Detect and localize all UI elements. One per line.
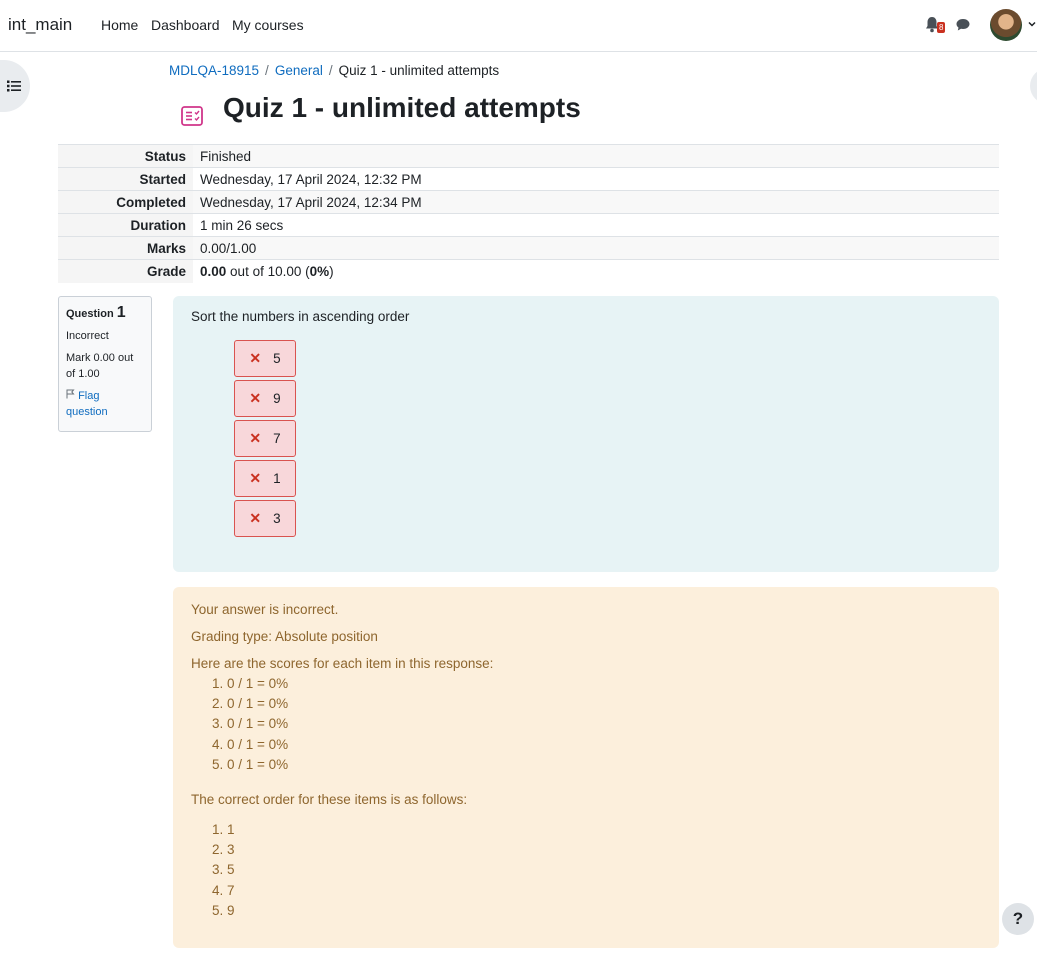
list-icon — [7, 80, 21, 92]
ordering-item-value: 3 — [273, 511, 281, 526]
grade-percent: 0% — [309, 263, 330, 279]
attempt-summary-table: Status Finished Started Wednesday, 17 Apri… — [58, 144, 999, 283]
feedback-panel: Your answer is incorrect. Grading type: … — [173, 587, 999, 948]
summary-value: Finished — [193, 144, 999, 168]
breadcrumb: MDLQA-18915 / General / Quiz 1 - unlimit… — [169, 63, 499, 78]
ordering-item[interactable]: ✕ 3 — [234, 500, 296, 537]
page-title: Quiz 1 - unlimited attempts — [223, 92, 581, 123]
feedback-grading-type: Grading type: Absolute position — [191, 629, 378, 644]
summary-value: Wednesday, 17 April 2024, 12:32 PM — [193, 167, 999, 191]
incorrect-x-icon: ✕ — [249, 470, 262, 486]
user-avatar[interactable] — [990, 9, 1022, 41]
incorrect-x-icon: ✕ — [249, 430, 262, 446]
list-item: 0 / 1 = 0% — [227, 674, 981, 694]
breadcrumb-course-link[interactable]: MDLQA-18915 — [169, 63, 259, 78]
feedback-scores-intro: Here are the scores for each item in thi… — [191, 656, 494, 671]
breadcrumb-separator: / — [265, 63, 269, 78]
nav-dashboard-link[interactable]: Dashboard — [151, 17, 220, 33]
summary-value: Wednesday, 17 April 2024, 12:34 PM — [193, 190, 999, 214]
messages-icon[interactable] — [955, 17, 971, 33]
ordering-item[interactable]: ✕ 9 — [234, 380, 296, 417]
grade-label: Grade — [58, 259, 193, 283]
grade-value: 0.00 out of 10.00 (0%) — [193, 259, 999, 283]
question-text: Sort the numbers in ascending order — [191, 309, 410, 324]
incorrect-x-icon: ✕ — [249, 350, 262, 366]
quiz-icon — [181, 106, 203, 126]
table-row: Grade 0.00 out of 10.00 (0%) — [58, 259, 999, 283]
grade-out-of: out of 10.00 ( — [230, 263, 310, 279]
list-item: 3 — [227, 840, 981, 860]
summary-label: Duration — [58, 213, 193, 237]
list-item: 1 — [227, 820, 981, 840]
ordering-item-value: 5 — [273, 351, 281, 366]
ordering-item-value: 7 — [273, 431, 281, 446]
site-name[interactable]: int_main — [8, 15, 72, 35]
help-button[interactable]: ? — [1002, 903, 1034, 935]
summary-value: 0.00/1.00 — [193, 236, 999, 260]
flag-question-link[interactable]: Flag question — [66, 388, 144, 420]
course-index-toggle-button[interactable] — [0, 60, 30, 112]
feedback-correct-intro: The correct order for these items is as … — [191, 792, 468, 808]
ordering-item[interactable]: ✕ 5 — [234, 340, 296, 377]
ordering-item-value: 9 — [273, 391, 281, 406]
nav-my-courses-link[interactable]: My courses — [232, 17, 304, 33]
table-row: Status Finished — [58, 144, 999, 168]
top-navbar: int_main Home Dashboard My courses 8 — [0, 0, 1037, 52]
block-drawer-toggle-button[interactable] — [1030, 68, 1037, 104]
summary-label: Started — [58, 167, 193, 191]
ordering-item[interactable]: ✕ 1 — [234, 460, 296, 497]
table-row: Started Wednesday, 17 April 2024, 12:32 P… — [58, 167, 999, 191]
summary-label: Completed — [58, 190, 193, 214]
correct-order-list: 1 3 5 7 9 — [191, 820, 981, 921]
question-label: Question — [66, 308, 114, 320]
list-item: 0 / 1 = 0% — [227, 714, 981, 734]
feedback-incorrect-text: Your answer is incorrect. — [191, 602, 339, 617]
incorrect-x-icon: ✕ — [249, 510, 262, 526]
notification-count-badge: 8 — [937, 22, 946, 33]
list-item: 0 / 1 = 0% — [227, 735, 981, 755]
chevron-down-icon[interactable] — [1027, 19, 1037, 29]
list-item: 5 — [227, 860, 981, 880]
list-item: 0 / 1 = 0% — [227, 755, 981, 775]
grade-close: ) — [329, 263, 334, 279]
question-state: Incorrect — [66, 330, 109, 342]
breadcrumb-section-link[interactable]: General — [275, 63, 323, 78]
grade-score: 0.00 — [200, 263, 227, 279]
list-item: 9 — [227, 901, 981, 921]
breadcrumb-separator: / — [328, 63, 333, 78]
question-mark: Mark 0.00 out of 1.00 — [66, 352, 134, 380]
breadcrumb-current: Quiz 1 - unlimited attempts — [338, 63, 500, 78]
table-row: Duration 1 min 26 secs — [58, 213, 999, 237]
ordering-list: ✕ 5 ✕ 9 ✕ 7 ✕ 1 ✕ 3 — [234, 340, 296, 540]
incorrect-x-icon: ✕ — [249, 390, 262, 406]
summary-value: 1 min 26 secs — [193, 213, 999, 237]
list-item: 7 — [227, 881, 981, 901]
table-row: Marks 0.00/1.00 — [58, 236, 999, 260]
flag-icon — [66, 389, 75, 399]
summary-label: Marks — [58, 236, 193, 260]
question-formulation: Sort the numbers in ascending order ✕ 5 ✕… — [173, 296, 999, 572]
scores-list: 0 / 1 = 0% 0 / 1 = 0% 0 / 1 = 0% 0 / 1 =… — [191, 674, 981, 775]
nav-home-link[interactable]: Home — [101, 17, 138, 33]
ordering-item-value: 1 — [273, 471, 281, 486]
question-number: 1 — [116, 304, 126, 321]
summary-label: Status — [58, 144, 193, 168]
table-row: Completed Wednesday, 17 April 2024, 12:34… — [58, 190, 999, 214]
question-info-panel: Question 1 Incorrect Mark 0.00 out of 1.… — [58, 296, 152, 432]
ordering-item[interactable]: ✕ 7 — [234, 420, 296, 457]
list-item: 0 / 1 = 0% — [227, 694, 981, 714]
